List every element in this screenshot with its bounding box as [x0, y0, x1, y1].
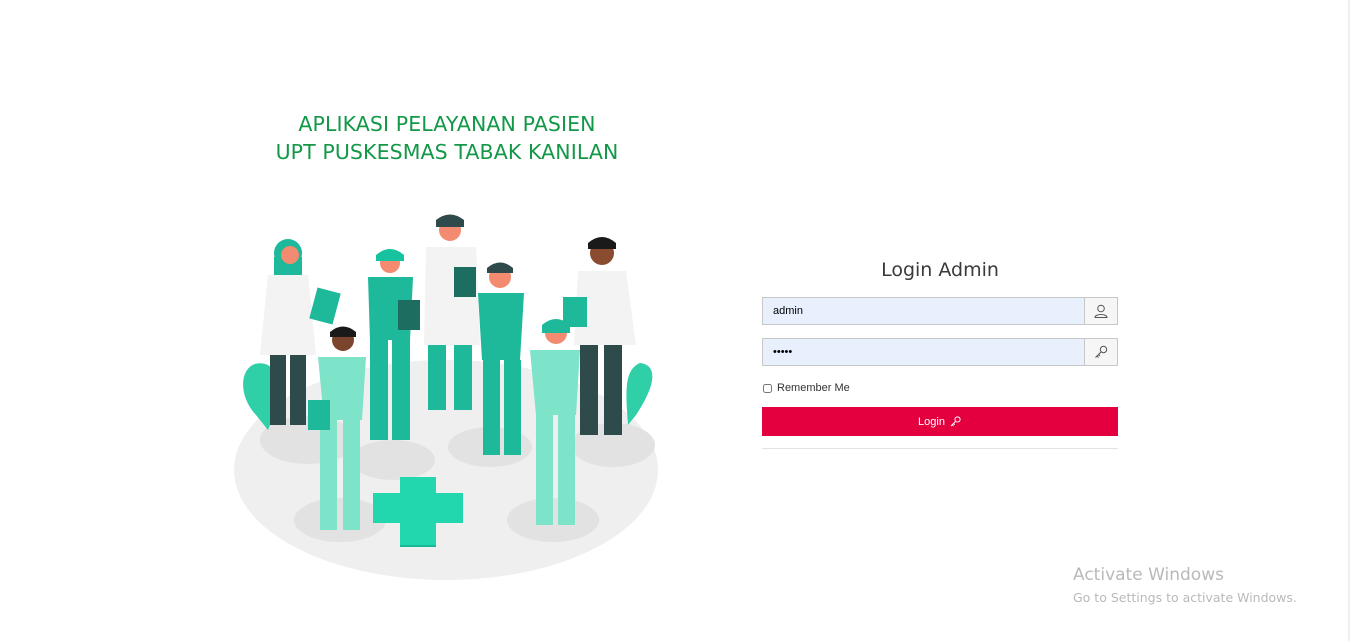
login-heading: Login Admin: [881, 259, 999, 281]
panel-divider: [762, 448, 1118, 449]
key-icon: [1084, 338, 1118, 366]
login-page: APLIKASI PELAYANAN PASIEN UPT PUSKESMAS …: [0, 0, 1350, 641]
username-input[interactable]: [762, 297, 1084, 325]
activate-windows-subtitle: Go to Settings to activate Windows.: [1073, 590, 1297, 605]
login-button[interactable]: Login: [762, 407, 1118, 436]
app-title: APLIKASI PELAYANAN PASIEN UPT PUSKESMAS …: [222, 110, 672, 166]
remember-me[interactable]: Remember Me: [762, 379, 1118, 397]
password-input[interactable]: [762, 338, 1084, 366]
medical-team-illustration: [234, 214, 658, 580]
password-group: [762, 338, 1118, 366]
key-icon: [950, 416, 961, 427]
app-title-line-2: UPT PUSKESMAS TABAK KANILAN: [275, 140, 619, 164]
remember-me-label: Remember Me: [777, 382, 850, 394]
username-group: [762, 297, 1118, 325]
user-icon: [1084, 297, 1118, 325]
login-panel: Login Admin Remember Me: [762, 255, 1118, 449]
remember-me-checkbox[interactable]: [763, 383, 772, 393]
login-button-label: Login: [918, 415, 945, 428]
app-title-line-1: APLIKASI PELAYANAN PASIEN: [298, 112, 596, 136]
activate-windows-watermark: Activate Windows Go to Settings to activ…: [1073, 565, 1297, 608]
activate-windows-title: Activate Windows: [1073, 565, 1224, 585]
